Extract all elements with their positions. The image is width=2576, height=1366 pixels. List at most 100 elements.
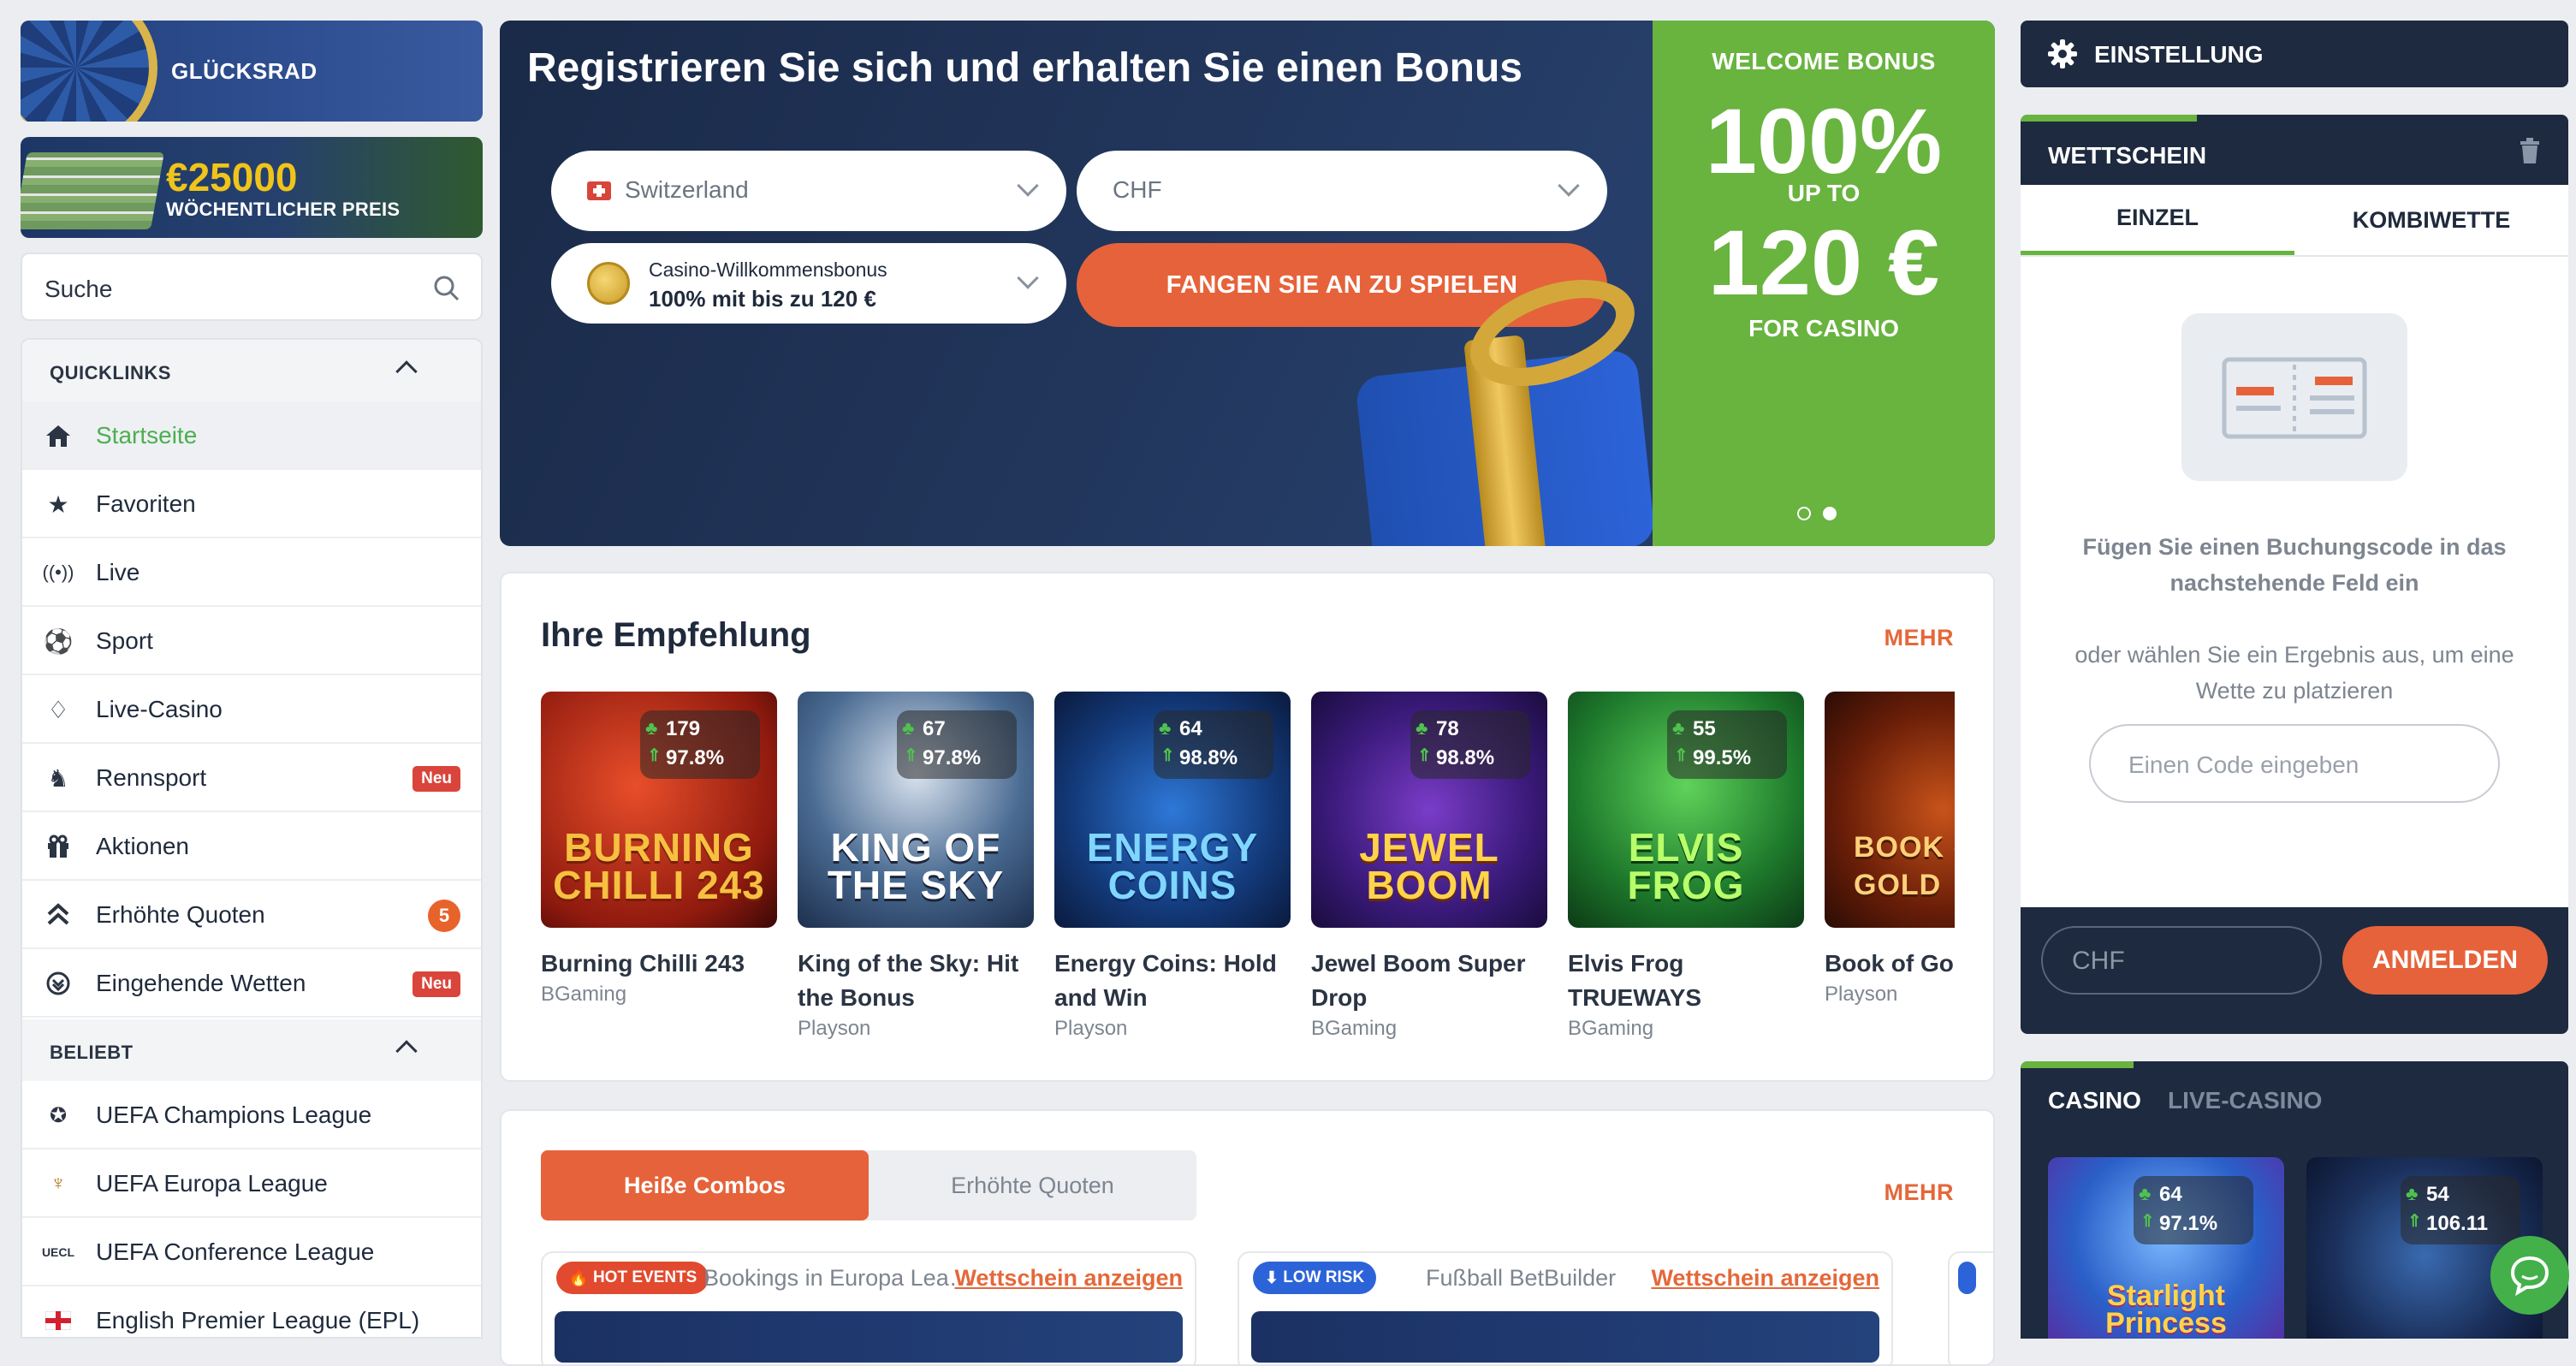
sidebar-item-europa-league[interactable]: ♆ UEFA Europa League [22, 1149, 481, 1218]
players-icon: ♣ [1672, 717, 1685, 739]
tab-single[interactable]: EINZEL [2021, 185, 2294, 255]
tag-label: LOW RISK [1283, 1268, 1365, 1286]
search-input[interactable]: Suche [21, 252, 483, 321]
game-name[interactable]: King of the Sky: Hit the Bonus [798, 947, 1034, 1015]
more-link[interactable]: MEHR [1885, 625, 1955, 651]
tab-hot-combos[interactable]: Heiße Combos [541, 1150, 869, 1220]
wheel-of-fortune-promo[interactable]: GLÜCKSRAD [21, 21, 483, 122]
tab-live-casino[interactable]: LIVE-CASINO [2168, 1087, 2322, 1114]
chevron-up-icon[interactable] [395, 360, 418, 383]
chat-button[interactable] [2490, 1236, 2569, 1315]
sidebar-item-champions-league[interactable]: ✪ UEFA Champions League [22, 1081, 481, 1149]
gear-icon [2046, 38, 2079, 74]
popular-header[interactable]: BELIEBT [22, 1019, 481, 1081]
carousel-dot[interactable] [1797, 507, 1811, 520]
game-card[interactable]: KING OF THE SKY ♣ 67 ⇑ 97.8% King of the S… [798, 692, 1034, 1041]
game-thumbnail[interactable]: JEWEL BOOM ♣ 78 ⇑ 98.8% [1311, 692, 1547, 928]
combos-section: Heiße Combos Erhöhte Quoten MEHR 🔥 HOT E… [500, 1109, 1995, 1366]
game-card[interactable]: BOOK of GOLD Book of Gold Multichance Pl… [1825, 692, 1955, 1007]
game-card[interactable]: JEWEL BOOM ♣ 78 ⇑ 98.8% Jewel Boom Super D… [1311, 692, 1547, 1041]
stake-input[interactable]: CHF [2041, 926, 2322, 995]
sidebar-item-aktionen[interactable]: Aktionen [22, 812, 481, 881]
up-to-label: UP TO [1787, 180, 1861, 206]
wheel-label: GLÜCKSRAD [171, 58, 318, 84]
sidebar-item-startseite[interactable]: Startseite [22, 401, 481, 470]
game-name[interactable]: Jewel Boom Super Drop [1311, 947, 1547, 1015]
game-thumbnail[interactable]: ENERGY COINS ♣ 64 ⇑ 98.8% [1054, 692, 1291, 928]
ticket-icon [2181, 313, 2407, 481]
sidebar-nav: QUICKLINKS Startseite ★ Favoriten ((•)) … [21, 338, 483, 1339]
currency-select[interactable]: CHF [1077, 151, 1607, 231]
game-thumbnail[interactable]: ELVIS FROG ♣ 55 ⇑ 99.5% [1568, 692, 1804, 928]
sidebar-item-label: Live [96, 559, 140, 585]
game-thumbnail[interactable]: BOOK of GOLD [1825, 692, 1955, 928]
bonus-select[interactable]: Casino-Willkommensbonus 100% mit bis zu … [551, 243, 1066, 324]
hot-events-tag: 🔥 HOT EVENTS [556, 1262, 709, 1294]
login-button[interactable]: ANMELDEN [2342, 926, 2548, 995]
country-select[interactable]: Switzerland [551, 151, 1066, 231]
sidebar-item-label: Startseite [96, 422, 198, 448]
incoming-bets-icon [43, 968, 74, 999]
combo-card[interactable]: 🔥 HOT EVENTS Bookings in Europa Lea… Wet… [541, 1251, 1196, 1364]
sidebar-item-sport[interactable]: ⚽ Sport [22, 607, 481, 675]
combo-odds-strip [555, 1311, 1183, 1363]
settings-button[interactable]: EINSTELLUNG [2021, 21, 2568, 87]
tab-boosted-odds[interactable]: Erhöhte Quoten [869, 1150, 1196, 1220]
sidebar-item-conference-league[interactable]: UECL UEFA Conference League [22, 1218, 481, 1286]
rtp-icon: ⇑ [904, 746, 918, 765]
new-badge: Neu [413, 766, 460, 792]
game-card[interactable]: ELVIS FROG ♣ 55 ⇑ 99.5% Elvis Frog TRUEWAY… [1568, 692, 1804, 1041]
game-stats: ♣ 179 ⇑ 97.8% [640, 710, 760, 779]
home-icon [43, 420, 74, 451]
game-name[interactable]: Energy Coins: Hold and Win [1054, 947, 1291, 1015]
game-thumbnail[interactable]: BURNING CHILLI 243 ♣ 179 ⇑ 97.8% [541, 692, 777, 928]
booking-code-input[interactable]: Einen Code eingeben [2089, 724, 2500, 803]
search-icon[interactable] [433, 275, 460, 306]
rtp-icon: ⇑ [1417, 746, 1432, 765]
sidebar-item-erhoehte-quoten[interactable]: Erhöhte Quoten 5 [22, 881, 481, 949]
sidebar-item-live-casino[interactable]: ♢ Live-Casino [22, 675, 481, 744]
casino-widget: CASINO LIVE-CASINO ♣ 64 ⇑ 97.1% Starlight … [2021, 1061, 2568, 1339]
soccer-ball-icon: ⚽ [43, 627, 74, 655]
tab-combo[interactable]: KOMBIWETTE [2294, 185, 2568, 255]
section-title: Ihre Empfehlung [541, 616, 811, 654]
game-name[interactable]: Burning Chilli 243 [541, 947, 777, 981]
combo-card[interactable]: ⬇ LOW RISK Fußball BetBuilder Wettschein… [1238, 1251, 1893, 1364]
coin-icon [587, 262, 630, 305]
trash-icon[interactable] [2519, 137, 2541, 169]
show-betslip-link[interactable]: Wettschein anzeigen [1651, 1265, 1879, 1292]
game-name[interactable]: Elvis Frog TRUEWAYS [1568, 947, 1804, 1015]
players-icon: ♣ [1416, 717, 1428, 739]
chevron-up-icon[interactable] [395, 1040, 418, 1062]
double-chevron-up-icon [43, 900, 74, 930]
carousel-dots [1797, 507, 1849, 525]
game-provider: Playson [798, 1017, 871, 1040]
sidebar-item-label: Favoriten [96, 490, 196, 517]
sidebar-item-premier-league[interactable]: English Premier League (EPL) [22, 1286, 481, 1337]
game-card[interactable]: BURNING CHILLI 243 ♣ 179 ⇑ 97.8% Burning C… [541, 692, 777, 1007]
weekly-prize-promo[interactable]: €25000 WÖCHENTLICHER PREIS [21, 137, 483, 238]
game-art-title: ENERGY COINS [1086, 825, 1259, 907]
chevron-down-icon [1017, 267, 1039, 289]
sidebar-item-rennsport[interactable]: ♞ Rennsport Neu [22, 744, 481, 812]
combo-odds-strip [1251, 1311, 1879, 1363]
mini-game-card[interactable]: ♣ 64 ⇑ 97.1% Starlight Princess [2048, 1157, 2284, 1339]
game-stats: ♣ 64 ⇑ 98.8% [1154, 710, 1273, 779]
game-card[interactable]: ENERGY COINS ♣ 64 ⇑ 98.8% Energy Coins: Ho… [1054, 692, 1291, 1041]
tab-casino[interactable]: CASINO [2048, 1087, 2141, 1114]
bonus-value: 100% mit bis zu 120 € [649, 286, 876, 312]
sidebar-item-favoriten[interactable]: ★ Favoriten [22, 470, 481, 538]
betslip-footer: CHF ANMELDEN [2021, 907, 2568, 1034]
show-betslip-link[interactable]: Wettschein anzeigen [954, 1265, 1183, 1292]
carousel-dot-active[interactable] [1823, 507, 1837, 520]
tag-label: HOT EVENTS [592, 1268, 697, 1286]
bonus-label: Casino-Willkommensbonus [649, 258, 887, 281]
quicklinks-header[interactable]: QUICKLINKS [22, 340, 481, 401]
game-name[interactable]: Book of Gold Multichance [1825, 947, 1955, 981]
sidebar-item-eingehende-wetten[interactable]: Eingehende Wetten Neu [22, 949, 481, 1018]
combo-card-partial[interactable] [1948, 1251, 1993, 1364]
game-provider: BGaming [1568, 1017, 1654, 1040]
more-link[interactable]: MEHR [1885, 1179, 1955, 1206]
sidebar-item-live[interactable]: ((•)) Live [22, 538, 481, 607]
game-thumbnail[interactable]: KING OF THE SKY ♣ 67 ⇑ 97.8% [798, 692, 1034, 928]
